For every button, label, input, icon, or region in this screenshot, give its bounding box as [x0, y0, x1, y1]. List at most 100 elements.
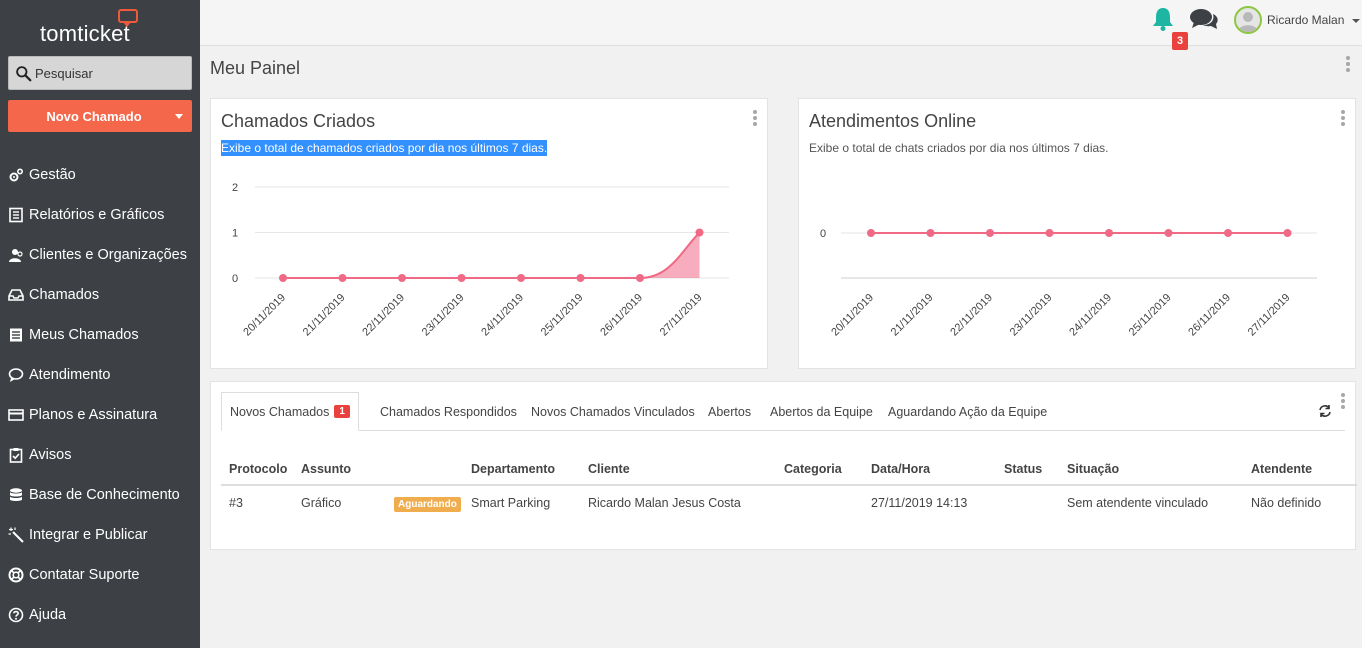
- data-point: [279, 274, 287, 282]
- y-tick-label: 1: [232, 228, 238, 240]
- question-circle-icon: [8, 607, 24, 623]
- panel-menu-icon[interactable]: [1341, 393, 1345, 409]
- sidebar-item-label: Base de Conhecimento: [29, 487, 180, 503]
- sidebar-item-atendimento[interactable]: Atendimento: [0, 355, 200, 395]
- search-input[interactable]: [35, 65, 185, 81]
- credit-card-icon: [8, 407, 24, 423]
- user-name[interactable]: Ricardo Malan: [1267, 13, 1344, 27]
- data-point: [1283, 229, 1292, 237]
- ticket-tabs: Novos Chamados 1 Chamados Respondidos No…: [221, 392, 1345, 431]
- column-header[interactable]: Departamento: [463, 454, 580, 486]
- sidebar-item-label: Planos e Assinatura: [29, 407, 158, 423]
- sidebar-item-base-conhecimento[interactable]: Base de Conhecimento: [0, 475, 200, 515]
- x-tick-label: 27/11/2019: [658, 292, 705, 339]
- column-header[interactable]: Assunto: [293, 454, 386, 486]
- new-ticket-label: Novo Chamado: [46, 108, 142, 124]
- chat-icon[interactable]: [1189, 7, 1219, 33]
- subject-cell[interactable]: Gráfico: [293, 485, 386, 519]
- data-point: [576, 274, 585, 282]
- column-header[interactable]: Situação: [1059, 454, 1243, 486]
- chat-bubble-icon: [8, 367, 24, 383]
- data-point: [517, 274, 525, 282]
- column-header[interactable]: Cliente: [580, 454, 776, 486]
- table-header-row: Protocolo Assunto Departamento Cliente C…: [221, 454, 1357, 486]
- data-point: [338, 274, 347, 282]
- x-tick-label: 21/11/2019: [889, 292, 936, 339]
- sidebar-item-clientes[interactable]: Clientes e Organizações: [0, 235, 200, 275]
- sidebar-item-gestao[interactable]: Gestão: [0, 155, 200, 195]
- tab-novos-chamados-vinculados[interactable]: Novos Chamados Vinculados: [523, 392, 703, 431]
- user-avatar-icon: [1238, 12, 1258, 32]
- x-tick-label: 20/11/2019: [829, 292, 876, 339]
- x-tick-label: 26/11/2019: [598, 292, 645, 339]
- notifications-badge[interactable]: 3: [1172, 32, 1188, 50]
- sidebar-item-ajuda[interactable]: Ajuda: [0, 595, 200, 635]
- sidebar-item-label: Avisos: [29, 447, 72, 463]
- sidebar-item-contatar-suporte[interactable]: Contatar Suporte: [0, 555, 200, 595]
- column-header[interactable]: Protocolo: [221, 454, 293, 486]
- x-tick-label: 27/11/2019: [1246, 292, 1293, 339]
- sidebar-nav: Gestão Relatórios e Gráficos Clientes e …: [0, 155, 200, 635]
- bell-icon[interactable]: [1151, 6, 1175, 32]
- data-point: [1164, 229, 1173, 237]
- data-point: [695, 228, 704, 237]
- chamados-criados-chart: 0 1 2 20/11/2019 21/11/2019 22/11/2019 23/11/2…: [232, 182, 729, 339]
- tab-count-badge: 1: [334, 405, 350, 418]
- sidebar-item-chamados[interactable]: Chamados: [0, 275, 200, 315]
- x-tick-label: 24/11/2019: [1067, 292, 1114, 339]
- top-bar: 3 Ricardo Malan: [200, 0, 1362, 50]
- tab-aguardando-acao-equipe[interactable]: Aguardando Ação da Equipe: [880, 392, 1055, 431]
- table-row[interactable]: #3 Gráfico Aguardando Smart Parking Rica…: [221, 485, 1357, 519]
- new-ticket-button[interactable]: Novo Chamado: [8, 100, 192, 132]
- column-header[interactable]: Data/Hora: [863, 454, 996, 486]
- search-box[interactable]: [8, 56, 192, 90]
- sidebar-item-planos[interactable]: Planos e Assinatura: [0, 395, 200, 435]
- chevron-down-icon[interactable]: [175, 114, 183, 119]
- x-tick-label: 26/11/2019: [1186, 292, 1233, 339]
- sidebar-item-label: Clientes e Organizações: [29, 247, 187, 263]
- magic-wand-icon: [8, 527, 24, 543]
- refresh-icon[interactable]: [1318, 404, 1332, 418]
- clipboard-check-icon: [8, 447, 24, 463]
- column-header[interactable]: Status: [996, 454, 1059, 486]
- logo-chat-bubble-icon: [118, 9, 138, 27]
- datetime-cell: 27/11/2019 14:13: [871, 495, 968, 510]
- protocol-cell[interactable]: #3: [221, 485, 293, 519]
- sidebar: tomticket Novo Chamado Gestão Relatórios…: [0, 0, 200, 648]
- client-cell: Ricardo Malan Jesus Costa: [588, 495, 741, 510]
- sidebar-item-meus-chamados[interactable]: Meus Chamados: [0, 315, 200, 355]
- column-header[interactable]: Atendente: [1243, 454, 1357, 486]
- series-line: [283, 231, 701, 279]
- sidebar-item-label: Gestão: [29, 167, 76, 183]
- data-point: [986, 229, 994, 237]
- avatar[interactable]: [1234, 6, 1262, 34]
- status-badge-cell: Aguardando: [386, 485, 463, 519]
- atendimentos-online-chart: 0 20/11/2019 21/11/2019 22/11/2019 23/11/201…: [820, 228, 1317, 339]
- lifebuoy-icon: [8, 567, 24, 583]
- data-point: [1045, 229, 1054, 237]
- status-cell: [996, 485, 1059, 519]
- tomticket-logo[interactable]: tomticket: [40, 8, 160, 46]
- tab-chamados-respondidos[interactable]: Chamados Respondidos: [372, 392, 525, 431]
- sidebar-item-integrar[interactable]: Integrar e Publicar: [0, 515, 200, 555]
- page-menu-icon[interactable]: [1346, 56, 1350, 72]
- tab-novos-chamados[interactable]: Novos Chamados 1: [221, 392, 359, 431]
- sidebar-item-relatorios[interactable]: Relatórios e Gráficos: [0, 195, 200, 235]
- tab-abertos[interactable]: Abertos: [700, 392, 759, 431]
- column-header[interactable]: Categoria: [776, 454, 863, 486]
- widget-atendimentos-online: Atendimentos Online Exibe o total de cha…: [798, 98, 1356, 369]
- data-point: [398, 274, 406, 282]
- x-tick-label: 24/11/2019: [479, 292, 526, 339]
- chevron-down-icon[interactable]: [1352, 19, 1360, 23]
- sidebar-item-avisos[interactable]: Avisos: [0, 435, 200, 475]
- area-fill: [283, 232, 700, 278]
- data-point: [1224, 229, 1232, 237]
- tab-abertos-da-equipe[interactable]: Abertos da Equipe: [762, 392, 881, 431]
- status-badge: Aguardando: [394, 496, 461, 512]
- data-point: [636, 274, 644, 282]
- sidebar-item-label: Integrar e Publicar: [29, 527, 148, 543]
- data-point: [457, 274, 466, 282]
- inbox-icon: [8, 287, 24, 303]
- tickets-icon: [8, 327, 24, 343]
- department-cell: Smart Parking: [471, 495, 551, 510]
